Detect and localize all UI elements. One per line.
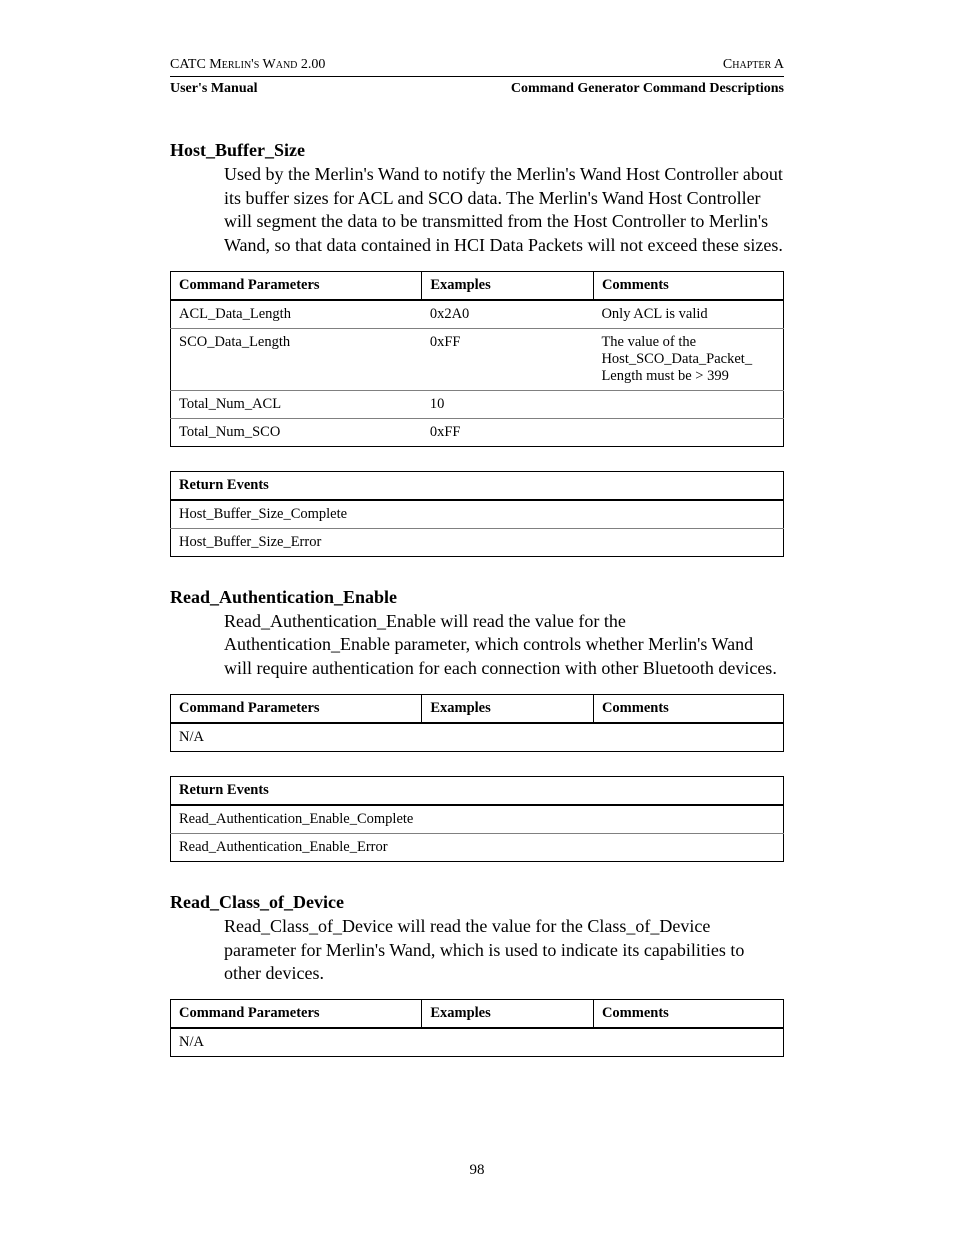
header-left-bottom: User's Manual bbox=[170, 80, 258, 98]
col-header-parameters: Command Parameters bbox=[171, 271, 422, 300]
col-header-examples: Examples bbox=[422, 271, 594, 300]
section-title: Read_Authentication_Enable bbox=[170, 587, 784, 608]
col-header-comments: Comments bbox=[593, 271, 783, 300]
col-header-examples: Examples bbox=[422, 695, 594, 724]
param-example bbox=[422, 723, 594, 752]
param-comment bbox=[593, 418, 783, 446]
return-event: Read_Authentication_Enable_Complete bbox=[171, 805, 784, 834]
col-header-return: Return Events bbox=[171, 471, 784, 500]
header-left-top: CATC Merlin's Wand 2.00 bbox=[170, 56, 325, 74]
command-parameters-table: Command Parameters Examples Comments N/A bbox=[170, 999, 784, 1057]
col-header-parameters: Command Parameters bbox=[171, 695, 422, 724]
param-example: 0xFF bbox=[422, 328, 594, 390]
param-name: SCO_Data_Length bbox=[171, 328, 422, 390]
header-right-bottom: Command Generator Command Descriptions bbox=[511, 80, 784, 98]
param-name: N/A bbox=[171, 723, 422, 752]
table-row: Read_Authentication_Enable_Complete bbox=[171, 805, 784, 834]
table-row: Host_Buffer_Size_Complete bbox=[171, 500, 784, 529]
col-header-comments: Comments bbox=[593, 1000, 783, 1029]
param-example bbox=[422, 1028, 594, 1057]
return-event: Host_Buffer_Size_Complete bbox=[171, 500, 784, 529]
param-name: Total_Num_SCO bbox=[171, 418, 422, 446]
table-row: SCO_Data_Length 0xFF The value of the Ho… bbox=[171, 328, 784, 390]
command-parameters-table: Command Parameters Examples Comments ACL… bbox=[170, 271, 784, 447]
return-event: Read_Authentication_Enable_Error bbox=[171, 834, 784, 862]
section-title: Read_Class_of_Device bbox=[170, 892, 784, 913]
section-body: Read_Class_of_Device will read the value… bbox=[224, 915, 784, 985]
header-right-top: Chapter A bbox=[723, 56, 784, 74]
section-title: Host_Buffer_Size bbox=[170, 140, 784, 161]
param-name: N/A bbox=[171, 1028, 422, 1057]
table-header-row: Command Parameters Examples Comments bbox=[171, 271, 784, 300]
table-row: Read_Authentication_Enable_Error bbox=[171, 834, 784, 862]
col-header-parameters: Command Parameters bbox=[171, 1000, 422, 1029]
section-body: Read_Authentication_Enable will read the… bbox=[224, 610, 784, 680]
table-row: Total_Num_SCO 0xFF bbox=[171, 418, 784, 446]
param-example: 0xFF bbox=[422, 418, 594, 446]
table-row: Host_Buffer_Size_Error bbox=[171, 528, 784, 556]
table-row: N/A bbox=[171, 723, 784, 752]
param-comment: The value of the Host_SCO_Data_Packet_ L… bbox=[593, 328, 783, 390]
table-row: ACL_Data_Length 0x2A0 Only ACL is valid bbox=[171, 300, 784, 329]
table-header-row: Command Parameters Examples Comments bbox=[171, 1000, 784, 1029]
table-header-row: Command Parameters Examples Comments bbox=[171, 695, 784, 724]
page-header: CATC Merlin's Wand 2.00 Chapter A User's… bbox=[170, 56, 784, 98]
param-comment bbox=[593, 723, 783, 752]
table-header-row: Return Events bbox=[171, 471, 784, 500]
param-example: 10 bbox=[422, 390, 594, 418]
page: CATC Merlin's Wand 2.00 Chapter A User's… bbox=[0, 0, 954, 1235]
table-row: N/A bbox=[171, 1028, 784, 1057]
table-header-row: Return Events bbox=[171, 777, 784, 806]
param-comment: Only ACL is valid bbox=[593, 300, 783, 329]
section-body: Used by the Merlin's Wand to notify the … bbox=[224, 163, 784, 257]
return-events-table: Return Events Host_Buffer_Size_Complete … bbox=[170, 471, 784, 557]
param-name: Total_Num_ACL bbox=[171, 390, 422, 418]
param-name: ACL_Data_Length bbox=[171, 300, 422, 329]
param-example: 0x2A0 bbox=[422, 300, 594, 329]
col-header-return: Return Events bbox=[171, 777, 784, 806]
col-header-comments: Comments bbox=[593, 695, 783, 724]
return-events-table: Return Events Read_Authentication_Enable… bbox=[170, 776, 784, 862]
command-parameters-table: Command Parameters Examples Comments N/A bbox=[170, 694, 784, 752]
return-event: Host_Buffer_Size_Error bbox=[171, 528, 784, 556]
param-comment bbox=[593, 1028, 783, 1057]
param-comment bbox=[593, 390, 783, 418]
table-row: Total_Num_ACL 10 bbox=[171, 390, 784, 418]
page-number: 98 bbox=[0, 1162, 954, 1179]
col-header-examples: Examples bbox=[422, 1000, 594, 1029]
